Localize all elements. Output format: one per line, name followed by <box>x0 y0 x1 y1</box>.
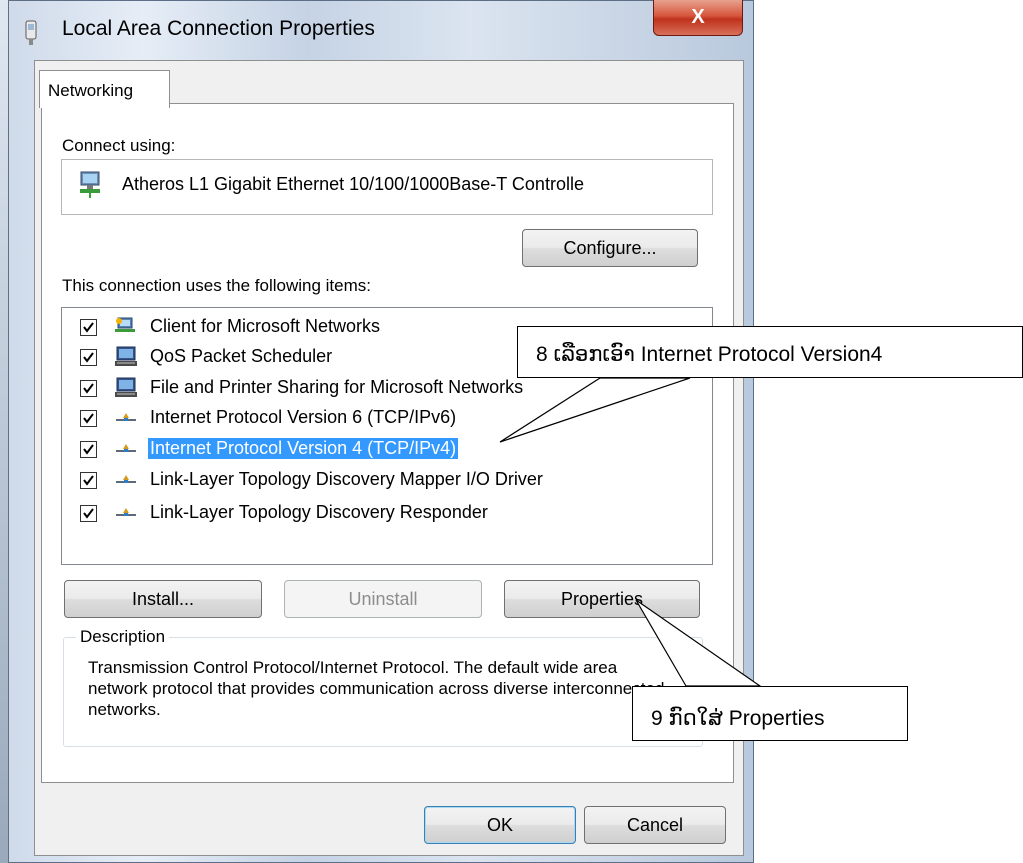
tab-networking[interactable]: Networking <box>39 70 170 108</box>
item-label: Link-Layer Topology Discovery Responder <box>150 502 488 522</box>
list-item-ipv6[interactable]: Internet Protocol Version 6 (TCP/IPv6) <box>80 406 680 432</box>
callout-step-9: 9 ກົດໃສ່ Properties <box>632 686 908 741</box>
computer-icon <box>114 376 138 400</box>
checkbox[interactable] <box>80 472 97 489</box>
list-item-lltd-mapper[interactable]: Link-Layer Topology Discovery Mapper I/O… <box>80 468 680 494</box>
checkbox[interactable] <box>80 441 97 458</box>
properties-button[interactable]: Properties <box>504 580 700 618</box>
checkbox[interactable] <box>80 380 97 397</box>
protocol-icon <box>114 468 138 492</box>
item-label: QoS Packet Scheduler <box>150 346 333 366</box>
protocol-icon <box>114 406 138 430</box>
list-item-file-printer-sharing[interactable]: File and Printer Sharing for Microsoft N… <box>80 376 680 402</box>
network-adapter-icon <box>24 20 38 46</box>
computer-icon <box>114 345 138 369</box>
description-legend: Description <box>76 627 170 647</box>
configure-button[interactable]: Configure... <box>522 229 698 267</box>
list-item-ipv4[interactable]: Internet Protocol Version 4 (TCP/IPv4) <box>80 437 680 463</box>
ok-button[interactable]: OK <box>424 806 576 844</box>
uninstall-button[interactable]: Uninstall <box>284 580 482 618</box>
item-label: Client for Microsoft Networks <box>150 316 381 336</box>
window-title: Local Area Connection Properties <box>62 17 375 40</box>
checkbox[interactable] <box>80 349 97 366</box>
checkbox[interactable] <box>80 505 97 522</box>
protocol-icon <box>114 437 138 461</box>
callout-step-8: 8 ເລືອກເອົາ Internet Protocol Version4 <box>517 326 1023 378</box>
connect-using-label: Connect using: <box>62 136 176 155</box>
item-label: File and Printer Sharing for Microsoft N… <box>150 377 524 397</box>
items-label: This connection uses the following items… <box>62 276 371 295</box>
protocol-icon <box>114 501 138 525</box>
checkbox[interactable] <box>80 410 97 427</box>
description-text: Transmission Control Protocol/Internet P… <box>88 658 665 719</box>
list-item-lltd-responder[interactable]: Link-Layer Topology Discovery Responder <box>80 501 680 527</box>
close-button[interactable]: X <box>653 0 743 36</box>
cancel-button[interactable]: Cancel <box>584 806 726 844</box>
checkbox[interactable] <box>80 319 97 336</box>
adapter-name: Atheros L1 Gigabit Ethernet 10/100/1000B… <box>122 174 584 194</box>
item-label: Internet Protocol Version 4 (TCP/IPv4) <box>148 438 459 459</box>
network-adapter-icon <box>78 170 104 200</box>
item-label: Internet Protocol Version 6 (TCP/IPv6) <box>150 407 457 427</box>
network-client-icon <box>114 315 138 339</box>
install-button[interactable]: Install... <box>64 580 262 618</box>
item-label: Link-Layer Topology Discovery Mapper I/O… <box>150 469 543 489</box>
